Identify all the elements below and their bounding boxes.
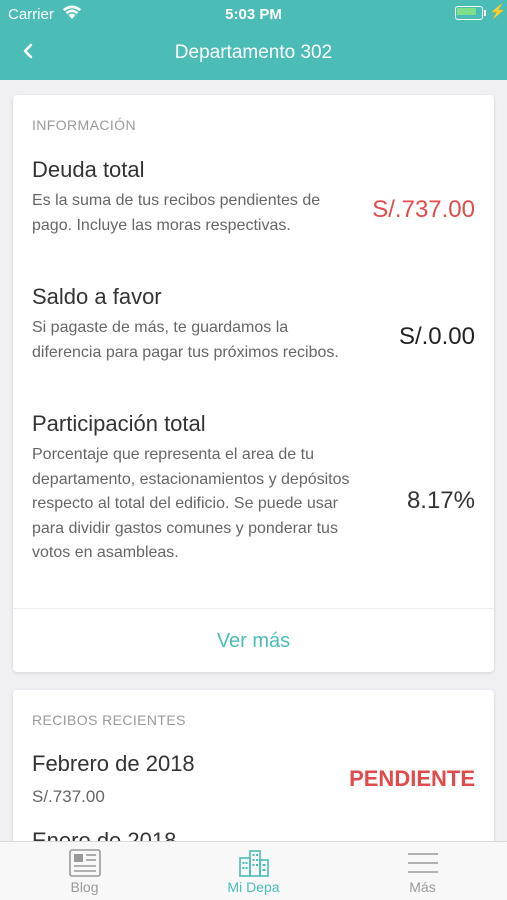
status-badge: PENDIENTE [349, 766, 475, 791]
tab-label: Más [409, 879, 436, 895]
info-item-title: Participación total [32, 411, 206, 436]
receipt-amount: S/.737.00 [32, 787, 105, 806]
participation-value: 8.17% [406, 487, 475, 514]
info-item-title: Deuda total [32, 157, 145, 182]
info-card: INFORMACIÓN Deuda total Es la suma de tu… [13, 95, 494, 672]
info-item-desc: Porcentaje que representa el area de tu … [32, 446, 350, 561]
tab-mi-depa[interactable]: Mi Depa [169, 842, 338, 900]
page-title: Departamento 302 [174, 42, 333, 63]
receipt-title: Febrero de 2018 [32, 751, 195, 776]
divider [13, 608, 494, 609]
tab-mas[interactable]: Más [338, 842, 507, 900]
status-time: 5:03 PM [225, 6, 282, 23]
balance-value: S/.0.00 [398, 323, 475, 350]
receipts-section-header: RECIBOS RECIENTES [32, 712, 186, 728]
battery-icon: ⚡ [455, 3, 506, 20]
status-bar: Carrier 5:03 PM ⚡ [0, 0, 507, 28]
newspaper-icon [69, 849, 101, 877]
buildings-icon [239, 850, 269, 877]
nav-bar: Departamento 302 [0, 28, 507, 80]
info-section-header: INFORMACIÓN [32, 117, 136, 133]
info-item-desc: Si pagaste de más, te guardamos la difer… [32, 319, 339, 361]
ver-mas-link[interactable]: Ver más [13, 630, 494, 653]
info-item-title: Saldo a favor [32, 284, 162, 309]
tab-label: Mi Depa [227, 879, 280, 895]
tab-bar: Blog Mi Depa Más [0, 841, 507, 900]
tab-label: Blog [70, 879, 99, 895]
menu-icon [408, 853, 438, 873]
top-bar: Carrier 5:03 PM ⚡ Departamento 302 [0, 0, 507, 80]
info-item-desc: Es la suma de tus recibos pendientes de … [32, 192, 321, 234]
tab-blog[interactable]: Blog [0, 842, 169, 900]
debt-value: S/.737.00 [372, 196, 475, 223]
